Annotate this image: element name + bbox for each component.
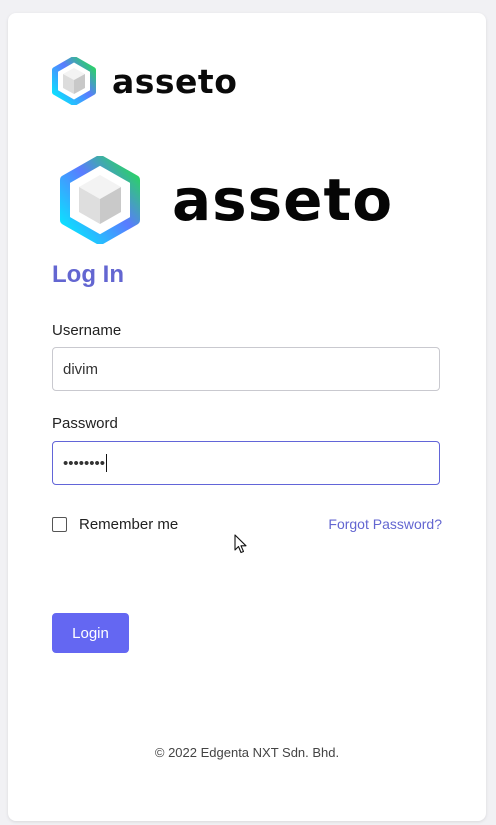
page-title: Log In: [52, 261, 124, 288]
remember-me-checkbox[interactable]: [52, 517, 67, 532]
login-button[interactable]: Login: [52, 613, 129, 653]
brand-name: asseto: [112, 61, 238, 101]
mouse-pointer-icon: [234, 534, 247, 554]
copyright-footer: © 2022 Edgenta NXT Sdn. Bhd.: [154, 745, 340, 760]
text-caret: [106, 454, 108, 472]
hero-brand: asseto: [60, 150, 393, 250]
username-input[interactable]: divim: [52, 347, 440, 391]
password-input[interactable]: ••••••••: [52, 441, 440, 485]
password-mask: ••••••••: [63, 454, 106, 472]
asseto-logo-icon: [52, 57, 96, 105]
remember-me-row[interactable]: Remember me: [52, 516, 178, 533]
header-brand: asseto: [52, 57, 237, 105]
username-label: Username: [52, 322, 122, 339]
username-value: divim: [63, 360, 99, 378]
asseto-large-logo-icon: [60, 156, 140, 244]
brand-large-name: asseto: [172, 166, 394, 234]
forgot-password-link[interactable]: Forgot Password?: [328, 516, 442, 532]
remember-me-label: Remember me: [79, 516, 179, 533]
login-card: asseto asseto Log In Username divim Pass…: [8, 13, 486, 821]
password-label: Password: [52, 415, 118, 432]
